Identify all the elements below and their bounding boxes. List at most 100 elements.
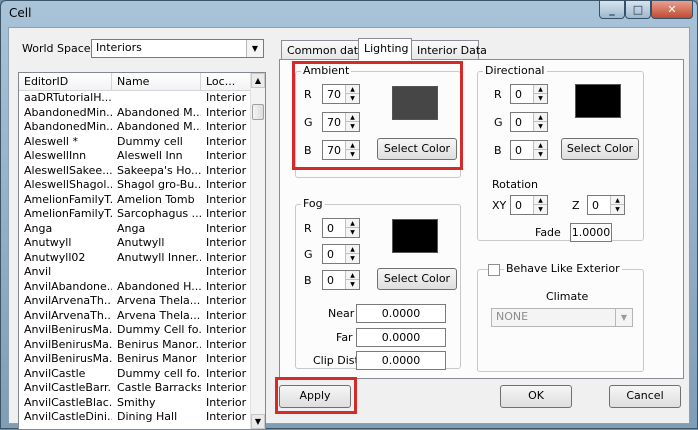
cell-location: Interior [206,279,247,293]
tab-lighting[interactable]: Lighting [358,38,412,60]
fog-far-input[interactable]: 0.0000 [356,328,446,347]
maximize-button[interactable]: □ [625,1,651,19]
scroll-up-arrow-icon[interactable]: ▲ [251,73,265,88]
table-row[interactable]: AnvilAbandone... Abandoned H... Interior [19,280,251,295]
cell-name: Anutwyll [117,236,165,249]
spin-down-icon[interactable]: ▼ [346,228,359,237]
spin-down-icon[interactable]: ▼ [346,254,359,263]
spin-up-icon[interactable]: ▲ [534,141,547,150]
table-row[interactable]: AnvilBenirusMa... Benirus Manor Interior [19,352,251,367]
cancel-button[interactable]: Cancel [609,385,681,408]
table-row[interactable]: AnvilArvenaTh... Arvena Thela... Interior [19,294,251,309]
directional-r-spinner[interactable]: 0 ▲ ▼ [510,84,548,104]
spin-down-icon[interactable]: ▼ [534,94,547,103]
cell-name: Amelion Tomb [117,192,195,206]
exterior-group: Behave Like Exterior Climate NONE ▼ [477,262,644,372]
cell-location: Interior [206,366,247,380]
spin-down-icon[interactable]: ▼ [534,205,547,214]
cell-name: Abandoned M... [117,105,201,119]
spin-up-icon[interactable]: ▲ [346,271,359,280]
cell-editorid: AleswellInn [24,149,87,162]
tab-interior-data[interactable]: Interior Data [411,40,487,60]
behave-like-exterior-checkbox[interactable] [488,264,500,276]
cell-editorid: AnvilCastle [24,366,86,380]
spin-up-icon[interactable]: ▲ [346,245,359,254]
directional-b-spinner[interactable]: 0 ▲ ▼ [510,140,548,160]
table-row[interactable]: Anga Anga Interior [19,222,251,237]
close-button[interactable]: ✕ [651,1,693,19]
fog-select-color-button[interactable]: Select Color [377,268,457,290]
spin-up-icon[interactable]: ▲ [534,85,547,94]
tab-common-data[interactable]: Common data [281,40,365,60]
rotation-z-value: 0 [592,199,599,212]
fog-r-label: R [304,222,312,235]
table-row[interactable]: Anvil Interior [19,265,251,280]
title-bar[interactable]: Cell _ □ ✕ [1,1,697,27]
spin-down-icon[interactable]: ▼ [534,122,547,131]
table-row[interactable]: AnvilCastle Dummy cell fo... Interior [19,367,251,382]
spin-up-icon[interactable]: ▲ [534,196,547,205]
rotation-z-spinner[interactable]: 0 ▲ ▼ [587,195,625,215]
directional-r-value: 0 [515,88,522,101]
spin-up-icon[interactable]: ▲ [611,196,624,205]
table-row[interactable]: AnvilCastleBarr... Castle Barracks Interio… [19,381,251,396]
spin-down-icon[interactable]: ▼ [611,205,624,214]
cell-name: Castle Barracks [117,381,201,394]
cell-name: Dining Hall [117,410,178,423]
cell-editorid: AnvilAbandone... [24,279,112,293]
table-row[interactable]: AbandonedMin... Abandoned M... Interior [19,120,251,135]
cell-list-scrollbar[interactable]: ▲ ▼ [250,73,265,429]
table-row[interactable]: AnvilArvenaTh... Arvena Thela... Interior [19,309,251,324]
cell-name: Shagol gro-Bu... [117,178,201,191]
cell-list[interactable]: EditorID Name Loc... aaDRTutorialH... Int… [18,72,266,430]
cell-name: Benirus Manor [117,352,197,365]
cell-location: Interior [206,91,247,104]
chevron-down-icon[interactable]: ▼ [246,40,263,57]
scroll-down-arrow-icon[interactable]: ▼ [251,414,265,429]
fog-r-spinner[interactable]: 0 ▲ ▼ [322,218,360,238]
table-row[interactable]: AnvilCastleBlac... Smithy Interior [19,396,251,411]
table-row[interactable]: AleswellSakee... Sakeepa's Ho... Interior [19,164,251,179]
spin-up-icon[interactable]: ▲ [534,113,547,122]
table-row[interactable]: AnvilBenirusMa... Dummy Cell fo... Interio… [19,323,251,338]
window-title: Cell [9,6,32,20]
worldspace-dropdown[interactable]: Interiors ▼ [91,39,264,58]
fog-g-spinner[interactable]: 0 ▲ ▼ [322,244,360,264]
table-row[interactable]: AnvilCastleDini... Dining Hall Interior [19,410,251,425]
fog-b-label: B [304,274,312,287]
chevron-down-icon[interactable]: ▼ [615,309,632,326]
spin-up-icon[interactable]: ▲ [346,219,359,228]
directional-select-color-button[interactable]: Select Color [561,138,639,160]
table-row[interactable]: Anutwyll02 Anutwyll Inner... Interior [19,251,251,266]
ok-button[interactable]: OK [500,385,572,408]
directional-r-label: R [494,88,502,101]
fog-near-input[interactable]: 0.0000 [356,304,446,323]
table-row[interactable]: AnvilBenirusMa... Benirus Manor... Interio… [19,338,251,353]
table-row[interactable]: Anutwyll Anutwyll Interior [19,236,251,251]
scroll-thumb[interactable] [252,104,264,120]
table-row[interactable]: AmelionFamilyT... Amelion Tomb Interior [19,193,251,208]
column-header-editorid[interactable]: EditorID [19,73,112,91]
fog-b-spinner[interactable]: 0 ▲ ▼ [322,270,360,290]
rotation-xy-spinner[interactable]: 0 ▲ ▼ [510,195,548,215]
table-row[interactable]: AleswellShagol... Shagol gro-Bu... Interio… [19,178,251,193]
fade-input[interactable]: 1.0000 [570,223,612,242]
spin-down-icon[interactable]: ▼ [346,280,359,289]
cell-location: Interior [206,250,247,264]
cell-editorid: AnvilBenirusMa... [24,352,112,365]
spin-down-icon[interactable]: ▼ [534,150,547,159]
climate-dropdown[interactable]: NONE ▼ [491,308,633,327]
table-row[interactable]: AbandonedMin... Abandoned M... Interior [19,106,251,121]
table-row[interactable]: AmelionFamilyT... Sarcophagus ... Interior [19,207,251,222]
table-row[interactable]: aaDRTutorialH... Interior [19,91,251,106]
directional-g-spinner[interactable]: 0 ▲ ▼ [510,112,548,132]
table-row[interactable]: AleswellInn Aleswell Inn Interior [19,149,251,164]
fog-clip-dist-input[interactable]: 0.0000 [356,351,446,370]
table-row[interactable]: Aleswell * Dummy cell Interior [19,135,251,150]
cell-name: Smithy [117,395,156,409]
minimize-button[interactable]: _ [599,1,625,19]
cell-editorid: AmelionFamilyT... [24,192,112,206]
column-header-name[interactable]: Name [112,73,201,91]
column-header-location[interactable]: Loc... [201,73,251,91]
cell-editorid: AnvilCastleBarr... [24,381,112,394]
